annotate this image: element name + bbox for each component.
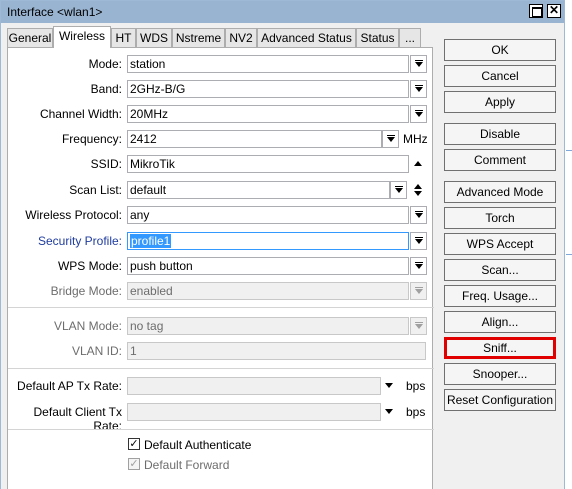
advanced-mode-button[interactable]: Advanced Mode [444,181,556,203]
default-forward-label: Default Forward [144,458,230,472]
bridge-mode-dropdown-icon [410,282,427,300]
ssid-label: SSID: [90,157,122,171]
close-icon[interactable]: ✕ [547,4,561,18]
frequency-unit: MHz [403,132,428,146]
tab-general[interactable]: General [7,28,53,47]
frequency-field[interactable]: 2412 [127,130,382,148]
default-ap-tx-rate-label: Default AP Tx Rate: [17,379,122,393]
scan-list-down-icon[interactable] [414,191,422,196]
tab-nstreme[interactable]: Nstreme [172,28,225,47]
mode-dropdown-icon[interactable] [410,55,427,73]
section-divider [8,307,434,308]
tab-nv2[interactable]: NV2 [225,28,257,47]
window-title: Interface <wlan1> [7,5,103,19]
interface-window: Interface <wlan1> ✕ General Wireless HT … [0,0,565,489]
section-divider [8,368,434,369]
security-profile-row: Security Profile: profile1 [8,232,434,250]
vlan-id-field: 1 [127,342,426,360]
security-profile-value: profile1 [130,234,172,248]
background-window-edge [565,0,572,489]
security-profile-field[interactable]: profile1 [127,232,409,250]
ssid-field[interactable]: MikroTik [127,155,409,173]
ssid-row: SSID: MikroTik [8,155,434,173]
tab-wireless[interactable]: Wireless [53,26,111,48]
default-client-tx-rate-unit: bps [406,405,426,419]
wireless-protocol-field[interactable]: any [127,206,409,224]
default-client-tx-rate-field[interactable] [127,403,381,421]
wireless-protocol-row: Wireless Protocol: any [8,206,434,224]
tab-status[interactable]: Status [356,28,399,47]
wps-mode-row: WPS Mode: push button [8,257,434,275]
wireless-settings-panel: Mode: station Band: 2GHz-B/G Channel Wid… [7,47,434,489]
mode-row: Mode: station [8,55,434,73]
default-authenticate-label: Default Authenticate [144,438,252,452]
mode-label: Mode: [88,57,122,71]
scan-list-field[interactable]: default [127,181,390,199]
frequency-row: Frequency: 2412 MHz [8,130,434,148]
scan-list-row: Scan List: default [8,181,434,199]
apply-button[interactable]: Apply [444,91,556,113]
bridge-mode-row: Bridge Mode: enabled [8,282,434,300]
tab-wds[interactable]: WDS [136,28,172,47]
mode-field[interactable]: station [127,55,409,73]
band-dropdown-icon[interactable] [410,80,427,98]
scan-list-dropdown-icon[interactable] [390,181,407,199]
band-field[interactable]: 2GHz-B/G [127,80,409,98]
scan-list-label: Scan List: [69,183,122,197]
default-ap-tx-rate-row: Default AP Tx Rate: bps [8,377,434,395]
scan-list-up-icon[interactable] [414,184,422,189]
wps-accept-button[interactable]: WPS Accept [444,233,556,255]
band-label: Band: [90,82,122,96]
disable-button[interactable]: Disable [444,123,556,145]
frequency-dropdown-icon[interactable] [382,130,399,148]
bridge-mode-field: enabled [127,282,409,300]
channel-width-label: Channel Width: [39,107,122,121]
security-profile-label[interactable]: Security Profile: [8,234,122,248]
vlan-id-row: VLAN ID: 1 [8,342,434,360]
wps-mode-dropdown-icon[interactable] [410,257,427,275]
background-window-line [566,150,572,151]
tab-more[interactable]: ... [399,28,421,47]
vlan-mode-row: VLAN Mode: no tag [8,317,434,335]
ok-button[interactable]: OK [444,39,556,61]
wireless-protocol-label: Wireless Protocol: [25,208,122,222]
vlan-mode-label: VLAN Mode: [53,319,122,333]
vlan-id-label: VLAN ID: [71,344,122,358]
freq-usage-button[interactable]: Freq. Usage... [444,285,556,307]
snooper-button[interactable]: Snooper... [444,363,556,385]
channel-width-row: Channel Width: 20MHz [8,105,434,123]
scan-button[interactable]: Scan... [444,259,556,281]
comment-button[interactable]: Comment [444,149,556,171]
background-window-line [566,254,572,255]
default-client-tx-rate-dropdown-icon[interactable] [385,409,393,414]
default-forward-checkbox: ✓ [128,458,140,470]
sniff-button[interactable]: Sniff... [444,337,556,359]
vlan-mode-dropdown-icon [410,317,427,335]
default-authenticate-checkbox[interactable]: ✓ [128,438,140,450]
align-button[interactable]: Align... [444,311,556,333]
frequency-label: Frequency: [61,132,122,146]
default-ap-tx-rate-unit: bps [406,379,426,393]
default-ap-tx-rate-field[interactable] [127,377,381,395]
maximize-icon[interactable] [529,4,543,18]
wps-mode-label: WPS Mode: [57,259,122,273]
cancel-button[interactable]: Cancel [444,65,556,87]
default-ap-tx-rate-dropdown-icon[interactable] [385,383,393,388]
band-row: Band: 2GHz-B/G [8,80,434,98]
vlan-mode-field: no tag [127,317,409,335]
bridge-mode-label: Bridge Mode: [50,284,122,298]
tab-ht[interactable]: HT [111,28,136,47]
default-client-tx-rate-row: Default Client Tx Rate: bps [8,403,434,433]
channel-width-dropdown-icon[interactable] [410,105,427,123]
security-profile-dropdown-icon[interactable] [410,232,427,250]
title-bar[interactable]: Interface <wlan1> ✕ [1,1,564,23]
channel-width-field[interactable]: 20MHz [127,105,409,123]
wireless-protocol-dropdown-icon[interactable] [410,206,427,224]
reset-configuration-button[interactable]: Reset Configuration [444,389,556,411]
ssid-collapse-icon[interactable] [414,161,422,166]
torch-button[interactable]: Torch [444,207,556,229]
tab-advanced-status[interactable]: Advanced Status [257,28,356,47]
section-divider [8,429,434,430]
wps-mode-field[interactable]: push button [127,257,409,275]
